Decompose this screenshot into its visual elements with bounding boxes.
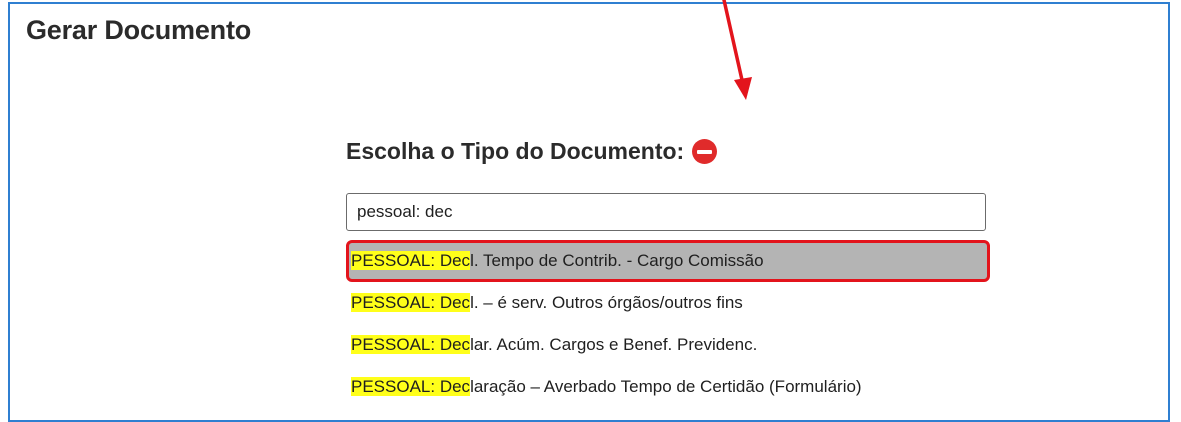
- result-item-rest: l. Tempo de Contrib. - Cargo Comissão: [470, 251, 764, 270]
- result-item-match: PESSOAL: Dec: [351, 293, 471, 312]
- result-item-rest: laração – Averbado Tempo de Certidão (Fo…: [470, 377, 862, 396]
- result-item-match: PESSOAL: Dec: [351, 335, 471, 354]
- page-title: Gerar Documento: [26, 15, 252, 45]
- result-item[interactable]: PESSOAL: Declaração – Averbado Tempo de …: [346, 366, 990, 408]
- result-item[interactable]: PESSOAL: Declar. Acúm. Cargos e Benef. P…: [346, 324, 990, 366]
- section-title-label: Escolha o Tipo do Documento:: [346, 138, 685, 164]
- result-item-rest: l. – é serv. Outros órgãos/outros fins: [470, 293, 743, 312]
- result-item[interactable]: PESSOAL: Decl. – é serv. Outros órgãos/o…: [346, 282, 990, 324]
- section-title: Escolha o Tipo do Documento:: [346, 138, 718, 165]
- minus-circle-icon[interactable]: [692, 139, 718, 164]
- result-item-rest: lar. Acúm. Cargos e Benef. Previdenc.: [470, 335, 758, 354]
- result-item-match: PESSOAL: Dec: [351, 251, 471, 270]
- result-item[interactable]: PESSOAL: Decl. Tempo de Contrib. - Cargo…: [346, 240, 990, 282]
- document-type-results-list: PESSOAL: Decl. Tempo de Contrib. - Cargo…: [346, 240, 990, 408]
- document-type-search-input[interactable]: [346, 193, 986, 231]
- result-item-match: PESSOAL: Dec: [351, 377, 471, 396]
